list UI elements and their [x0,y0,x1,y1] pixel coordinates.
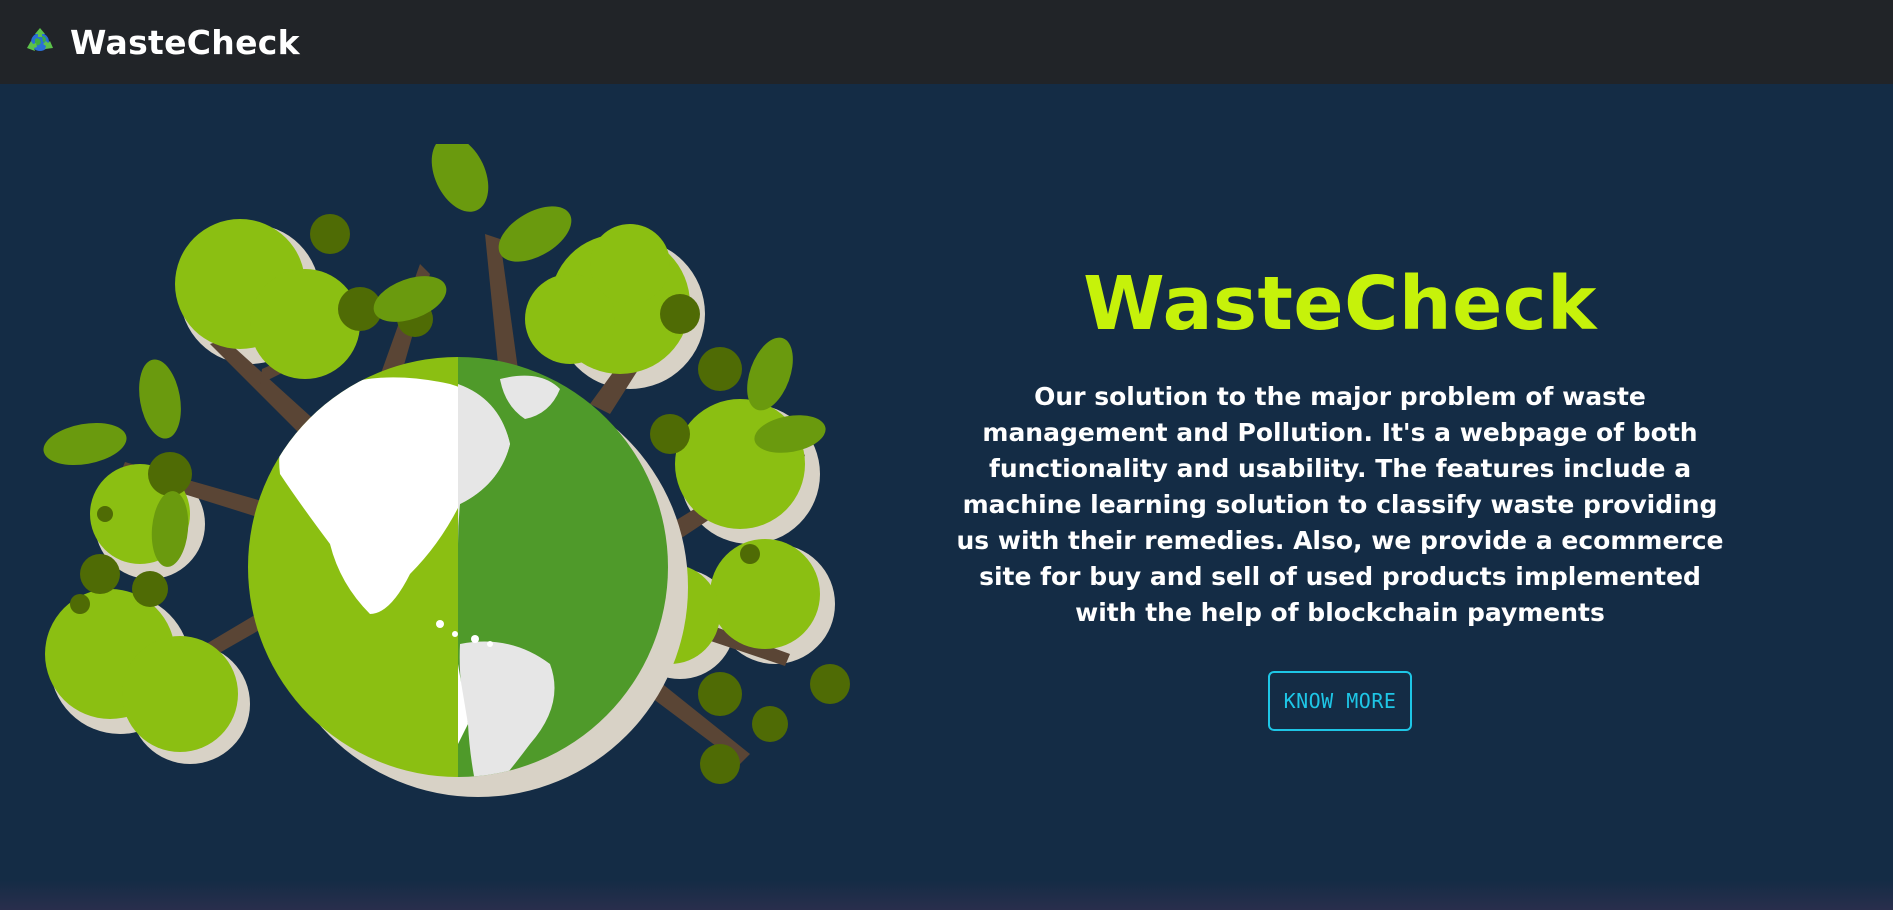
brand-name: WasteCheck [70,22,300,62]
earth-with-trees-illustration [43,144,850,797]
hero-section: WasteCheck Our solution to the major pro… [0,84,1893,910]
hero-description: Our solution to the major problem of was… [956,382,1724,628]
hero-text-block: WasteCheck Our solution to the major pro… [945,261,1735,732]
brand-link[interactable]: WasteCheck [24,23,300,62]
know-more-button[interactable]: KNOW MORE [1267,671,1413,732]
bottom-gradient-divider [0,880,1893,910]
recycle-globe-icon [27,28,53,51]
hero-title: WasteCheck [1083,261,1597,347]
top-navbar: WasteCheck [0,0,1893,84]
